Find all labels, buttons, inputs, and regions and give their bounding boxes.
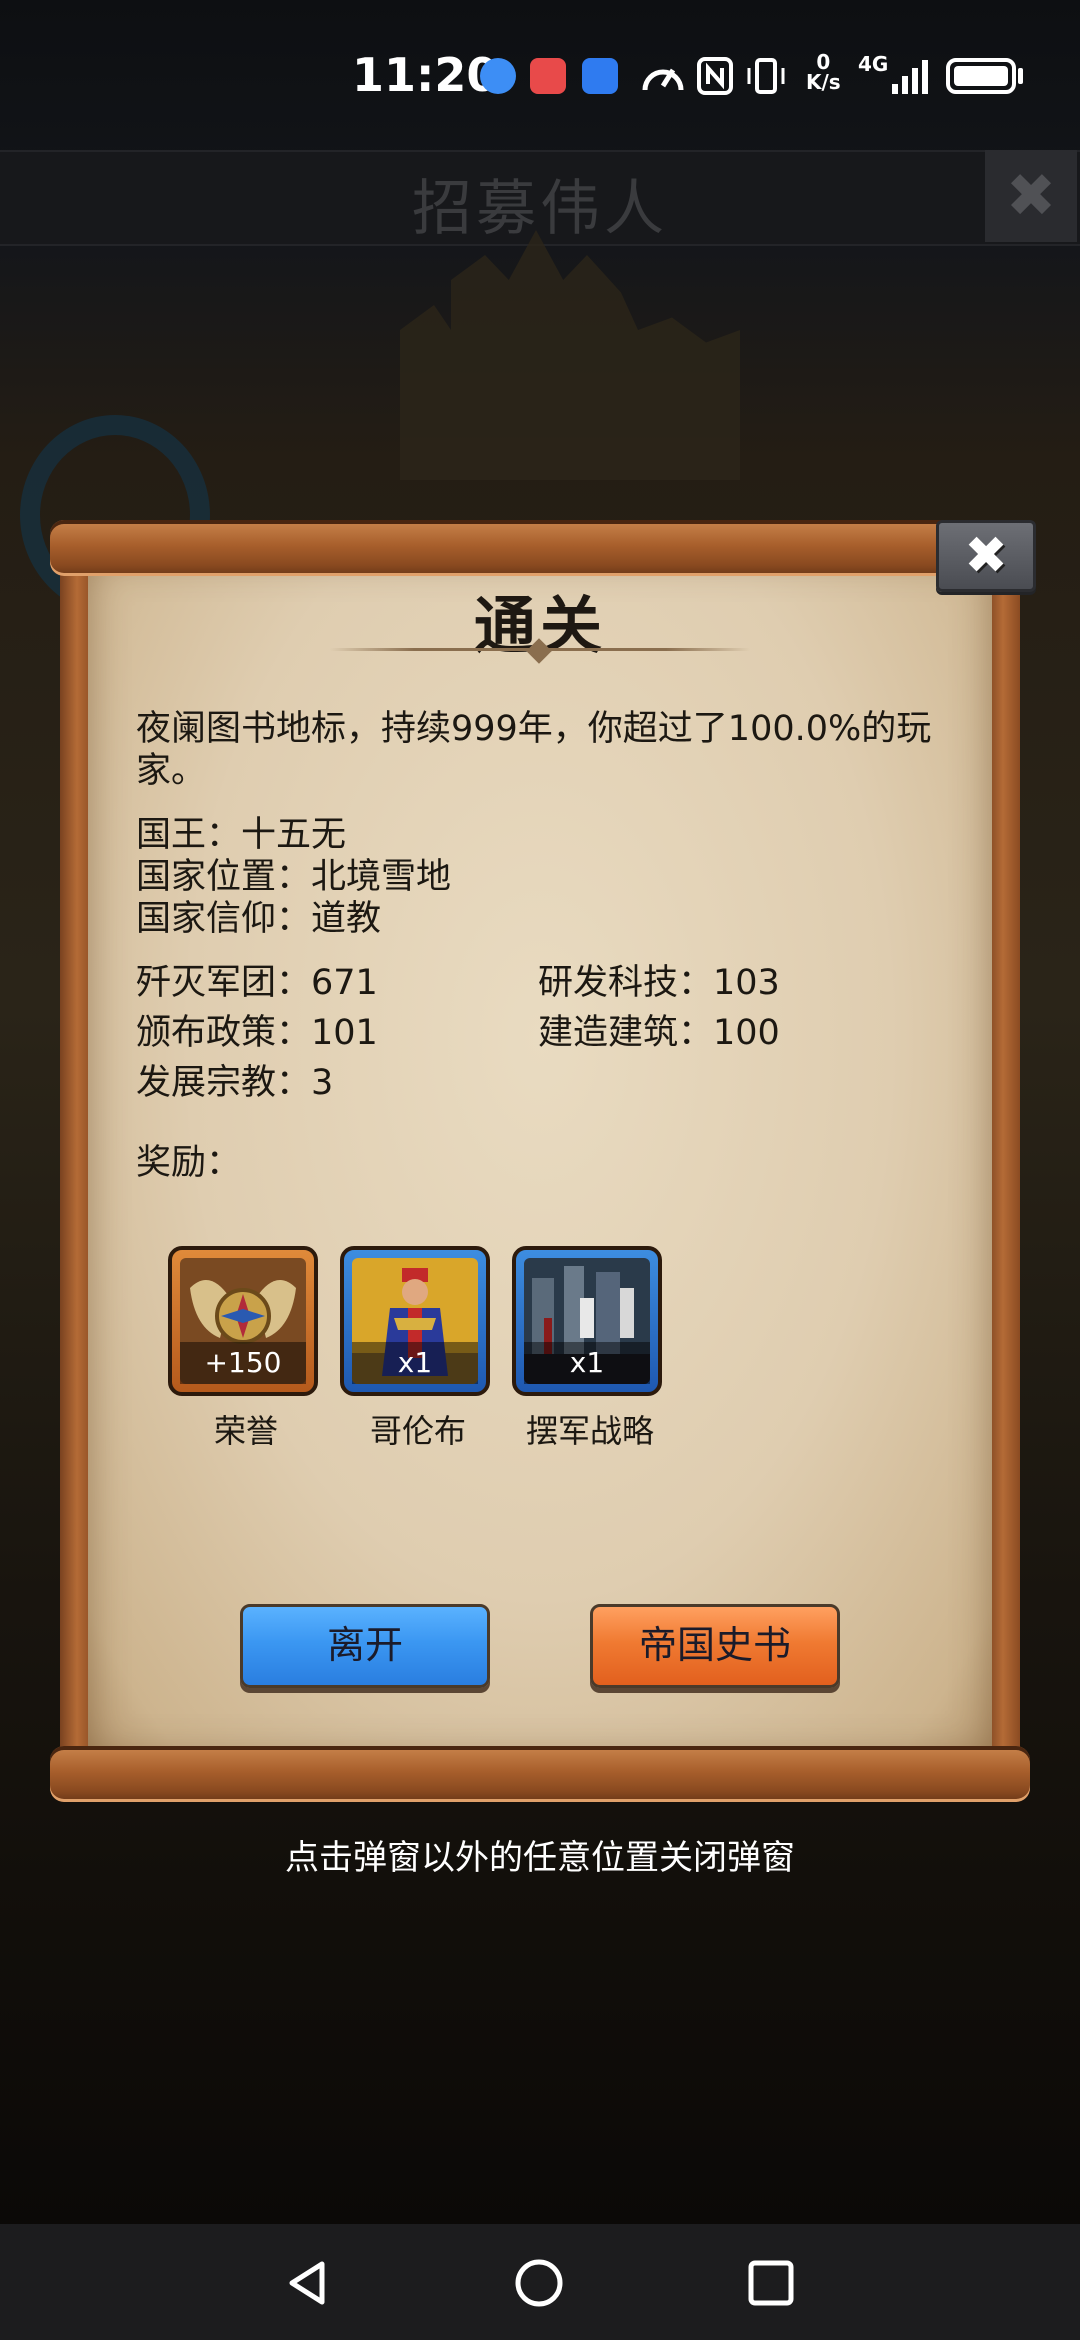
signal-icon (892, 58, 930, 94)
reward-frame: +150 (168, 1246, 318, 1396)
network-type: 4G (858, 52, 889, 76)
summary-text: 夜阑图书地标，持续999年，你超过了100.0%的玩家。 (136, 709, 932, 791)
status-bar: 11:20 0 K/s 4G (0, 0, 1080, 150)
religion-stat: 国家信仰：道教 (136, 899, 382, 939)
empire-history-button[interactable]: 帝国史书 (590, 1604, 840, 1688)
app-notification-icon (480, 58, 516, 94)
navigation-bar (0, 2224, 1080, 2340)
reward-strategy[interactable]: x1 摆军战略 (512, 1246, 668, 1450)
reward-quantity: x1 (352, 1342, 478, 1384)
net-speed: 0 K/s (806, 50, 841, 94)
reward-frame: x1 (340, 1246, 490, 1396)
speed-gauge-icon (642, 68, 684, 91)
battery-icon (946, 58, 1016, 94)
reward-label: 奖励： (136, 1143, 242, 1183)
policies-stat: 颁布政策：101 (136, 1013, 378, 1053)
background-close-icon: ✖ (985, 150, 1077, 242)
religions-stat: 发展宗教：3 (136, 1063, 334, 1103)
technology-stat: 研发科技：103 (538, 963, 780, 1003)
scroll-rod-top (50, 520, 1030, 576)
reward-honor[interactable]: +150 荣誉 (168, 1246, 324, 1450)
castle-silhouette (400, 230, 740, 480)
nfc-icon (697, 57, 733, 95)
vibrate-icon (747, 58, 785, 94)
buildings-stat: 建造建筑：100 (538, 1013, 780, 1053)
reward-name: 摆军战略 (525, 1412, 654, 1450)
location-stat: 国家位置：北境雪地 (136, 857, 452, 897)
reward-name: 荣誉 (213, 1412, 278, 1450)
bulb-app-icon (582, 58, 618, 94)
back-icon[interactable] (282, 2258, 332, 2308)
reward-frame: x1 (512, 1246, 662, 1396)
king-stat: 国王：十五无 (136, 815, 347, 855)
legions-destroyed-stat: 歼灭军团：671 (136, 963, 378, 1003)
reward-name: 哥伦布 (369, 1412, 466, 1450)
recent-apps-icon[interactable] (746, 2258, 796, 2308)
home-icon[interactable] (514, 2258, 564, 2308)
leave-button[interactable]: 离开 (240, 1604, 490, 1688)
battery-tip (1018, 68, 1023, 84)
scroll-rod-bottom (50, 1746, 1030, 1802)
clock: 11:20 (352, 48, 499, 102)
reward-quantity: x1 (524, 1342, 650, 1384)
reader-app-icon (530, 58, 566, 94)
dismiss-hint: 点击弹窗以外的任意位置关闭弹窗 (285, 1838, 795, 1878)
reward-quantity: +150 (180, 1342, 306, 1384)
reward-columbus[interactable]: x1 哥伦布 (340, 1246, 496, 1450)
background-title: 招募伟人 (412, 174, 668, 244)
